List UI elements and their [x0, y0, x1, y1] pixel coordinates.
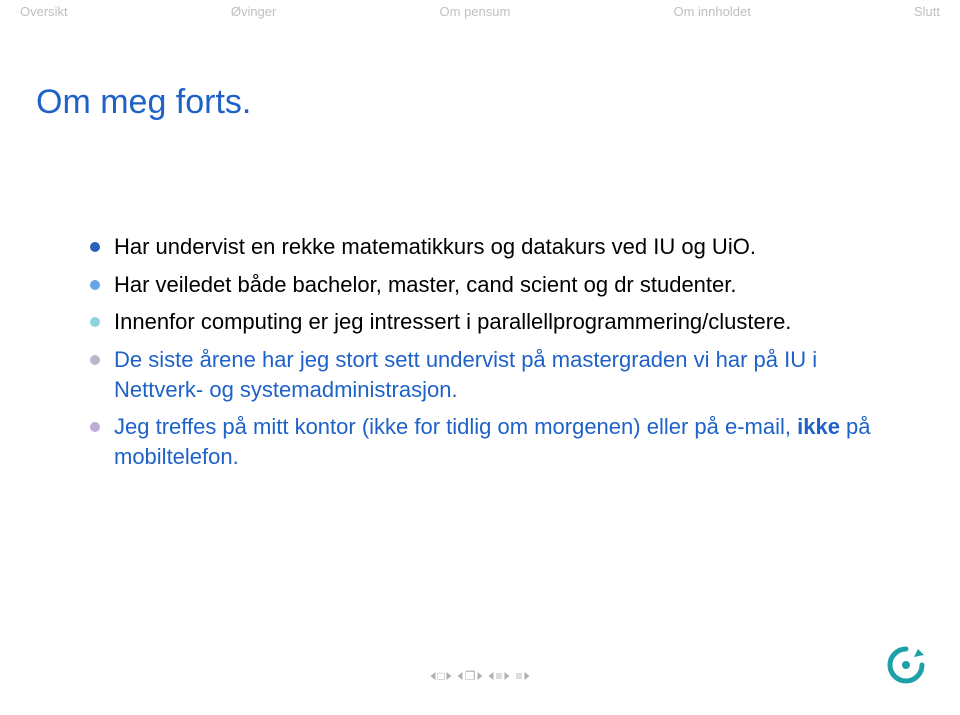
list-item: Innenfor computing er jeg intressert i p… [90, 307, 900, 337]
prev-step-button[interactable]: ≡ [488, 669, 509, 683]
prev-slide-button[interactable]: □ [430, 669, 451, 683]
list-item-text: De siste årene har jeg stort sett underv… [114, 345, 900, 404]
list-item-text: Innenfor computing er jeg intressert i p… [114, 307, 791, 337]
next-step-button[interactable]: ≡ [516, 669, 530, 683]
list-item-text: Har veiledet både bachelor, master, cand… [114, 270, 737, 300]
list-item: Har veiledet både bachelor, master, cand… [90, 270, 900, 300]
list-item: Jeg treffes på mitt kontor (ikke for tid… [90, 412, 900, 471]
bullet-list: Har undervist en rekke matematikkurs og … [0, 122, 960, 472]
refresh-logo-icon [884, 643, 928, 687]
bullet-icon [90, 355, 100, 365]
list-item: De siste årene har jeg stort sett underv… [90, 345, 900, 404]
nav-om-pensum[interactable]: Om pensum [440, 4, 511, 19]
nav-om-innholdet[interactable]: Om innholdet [673, 4, 750, 19]
prev-frame-button[interactable]: ❐ [458, 669, 483, 683]
bullet-icon [90, 280, 100, 290]
bullet-icon [90, 422, 100, 432]
bullet-icon [90, 242, 100, 252]
list-item-text: Jeg treffes på mitt kontor (ikke for tid… [114, 412, 900, 471]
top-nav: Oversikt Øvinger Om pensum Om innholdet … [0, 0, 960, 23]
page-title: Om meg forts. [0, 23, 960, 122]
nav-ovinger[interactable]: Øvinger [231, 4, 277, 19]
list-item: Har undervist en rekke matematikkurs og … [90, 232, 900, 262]
bullet-icon [90, 317, 100, 327]
list-item-text: Har undervist en rekke matematikkurs og … [114, 232, 756, 262]
nav-oversikt[interactable]: Oversikt [20, 4, 68, 19]
slide-controls: □ ❐ ≡ ≡ [430, 669, 529, 683]
nav-slutt[interactable]: Slutt [914, 4, 940, 19]
